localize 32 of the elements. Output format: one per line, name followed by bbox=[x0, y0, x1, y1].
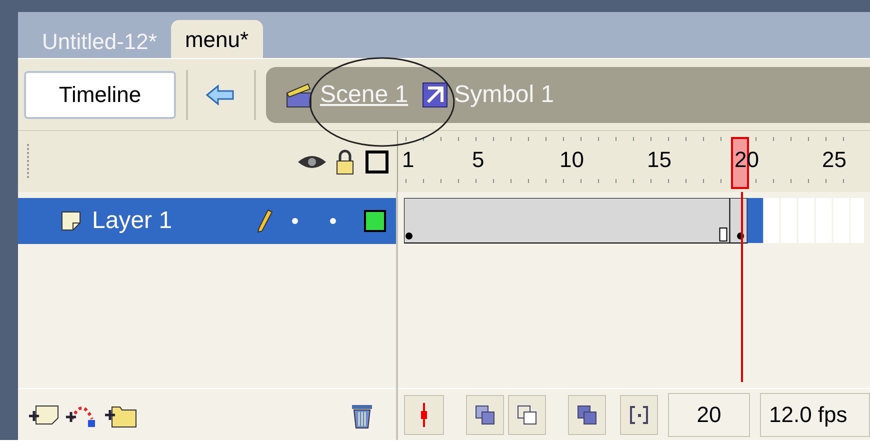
frame-number: 10 bbox=[560, 147, 584, 173]
dot-icon bbox=[292, 218, 298, 224]
onion-skin-icon bbox=[475, 404, 495, 424]
frame-number: 5 bbox=[472, 147, 484, 173]
current-frame-counter: 20 bbox=[668, 392, 750, 436]
timeline-button[interactable]: Timeline bbox=[24, 70, 176, 118]
grip-handle-icon bbox=[26, 144, 32, 180]
playhead-icon bbox=[419, 402, 429, 426]
frame-number: 15 bbox=[647, 147, 672, 173]
symbol-icon bbox=[422, 82, 448, 108]
frame-rate-display: 12.0 fps bbox=[760, 392, 870, 436]
left-arrow-icon bbox=[205, 84, 235, 106]
onion-skin-button[interactable] bbox=[466, 394, 504, 434]
outline-color-icon bbox=[364, 210, 386, 232]
dot-icon bbox=[330, 218, 336, 224]
pencil-icon bbox=[256, 208, 274, 234]
clapperboard-icon bbox=[284, 80, 314, 108]
layer-page-icon bbox=[60, 210, 82, 232]
document-tab[interactable]: menu* bbox=[170, 20, 263, 58]
lock-icon[interactable] bbox=[335, 148, 355, 174]
bracket-markers-icon bbox=[629, 404, 649, 424]
frame-number: 1 bbox=[402, 147, 414, 173]
frame-number: 25 bbox=[822, 147, 846, 173]
center-frame-button[interactable] bbox=[404, 394, 444, 434]
multiple-frames-icon bbox=[577, 404, 597, 424]
edit-multiple-frames-button[interactable] bbox=[568, 394, 606, 434]
layer-row[interactable]: Layer 1 bbox=[18, 198, 396, 244]
onion-outline-button[interactable] bbox=[508, 394, 546, 434]
layer-name: Layer 1 bbox=[92, 206, 172, 236]
onion-outline-icon bbox=[517, 404, 537, 424]
onion-markers-button[interactable] bbox=[620, 394, 658, 434]
outline-square-icon[interactable] bbox=[365, 150, 389, 174]
